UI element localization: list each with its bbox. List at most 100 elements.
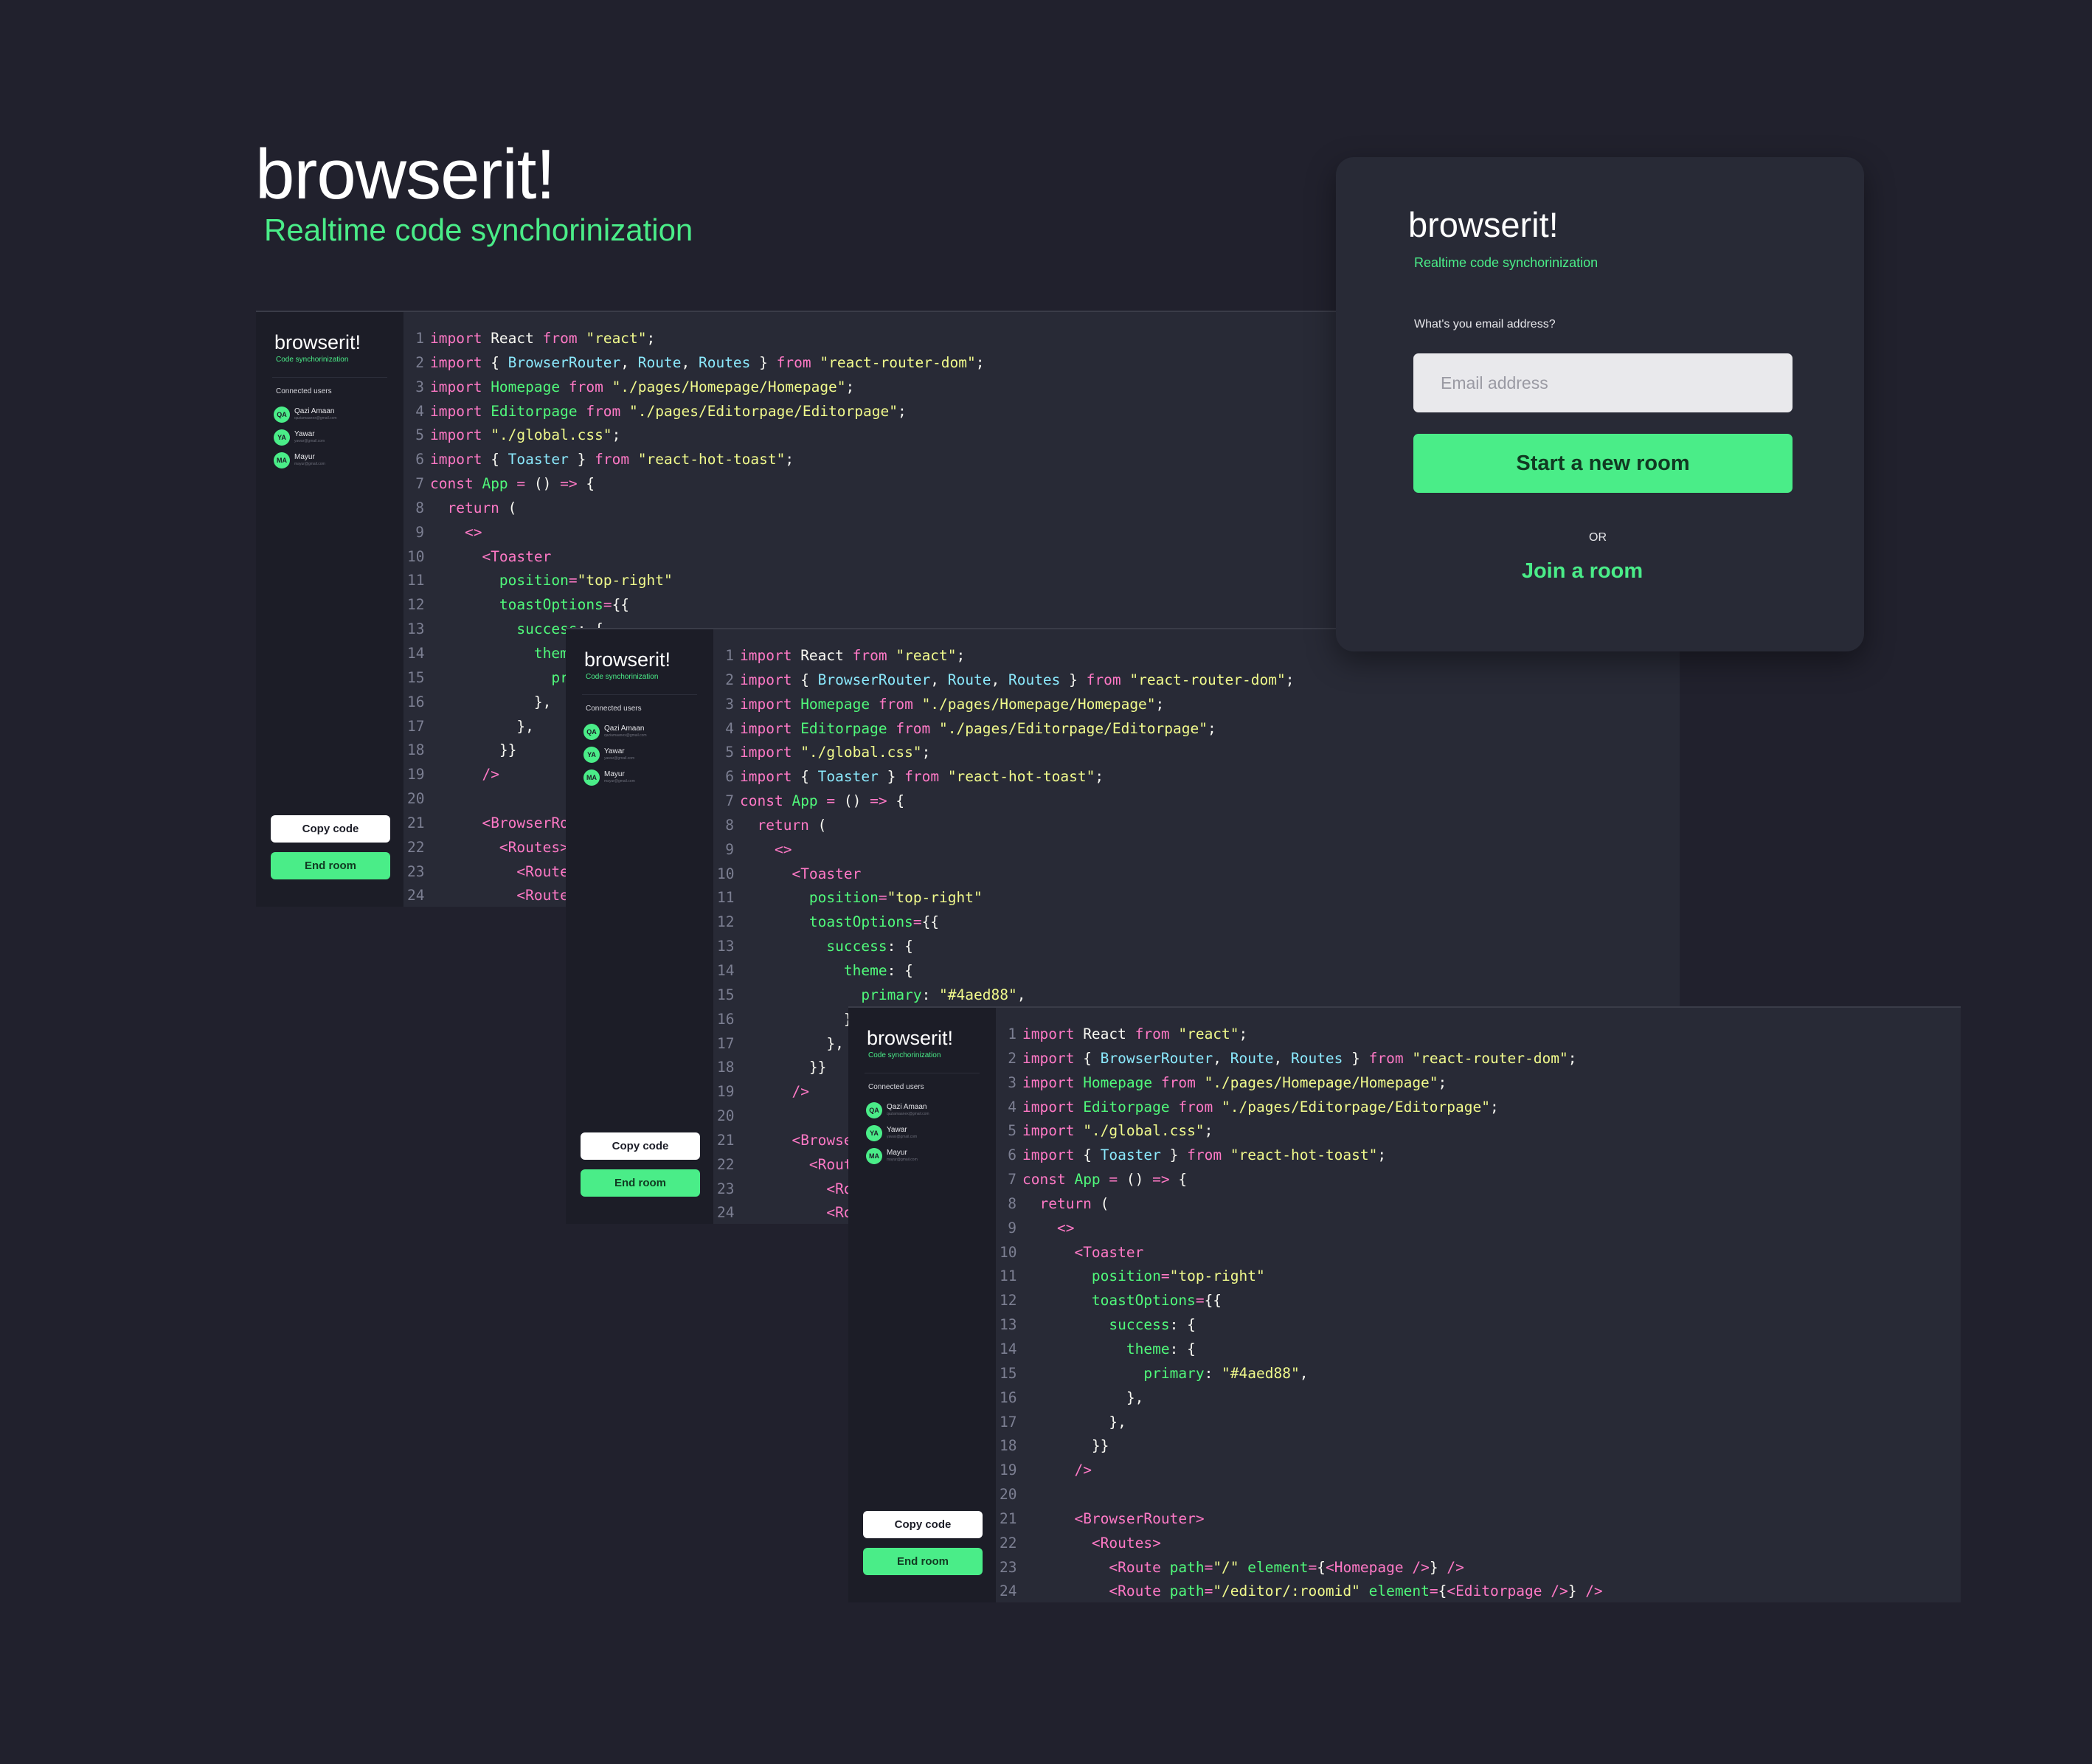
code-token: = xyxy=(826,792,844,810)
line-number: 12 xyxy=(407,596,425,614)
code-token: "react" xyxy=(1178,1025,1239,1042)
connected-users-label: Connected users xyxy=(276,387,332,395)
line-number: 7 xyxy=(1008,1171,1016,1189)
code-token: "./pages/Editorpage/Editorpage" xyxy=(939,719,1208,737)
code-token: ; xyxy=(1239,1025,1248,1042)
connected-users-label: Connected users xyxy=(868,1083,924,1091)
line-number: 20 xyxy=(407,790,425,808)
line-number: 2 xyxy=(415,353,424,371)
line-number: 6 xyxy=(725,768,734,786)
code-token: from xyxy=(1187,1146,1230,1164)
line-number: 12 xyxy=(1000,1292,1017,1310)
code-token: from xyxy=(568,378,612,395)
code-token: () xyxy=(533,475,561,493)
end-room-button[interactable]: End room xyxy=(863,1548,983,1575)
code-line: 6 import { Toaster } from "react-hot-toas… xyxy=(717,765,1320,789)
line-number: 21 xyxy=(1000,1509,1017,1527)
end-room-button[interactable]: End room xyxy=(271,852,390,879)
code-token: <Routes> xyxy=(499,838,569,856)
hero-title: browserit! xyxy=(255,135,555,214)
code-token: Route xyxy=(637,353,682,371)
code-token: => xyxy=(560,475,586,493)
code-token: "./global.css" xyxy=(491,426,612,444)
code-token: , xyxy=(991,671,1008,688)
code-token: primary xyxy=(1143,1364,1205,1382)
code-token: "react-router-dom" xyxy=(820,353,976,371)
code-line: 5 import "./global.css"; xyxy=(407,423,1011,448)
code-token: position xyxy=(1091,1267,1161,1285)
code-token: Editorpage xyxy=(1083,1098,1179,1116)
line-number: 19 xyxy=(717,1083,735,1101)
code-line: 21 <BrowserRouter> xyxy=(1000,1507,1603,1532)
email-input[interactable] xyxy=(1413,353,1793,412)
start-room-button[interactable]: Start a new room xyxy=(1413,434,1793,493)
email-label: What's you email address? xyxy=(1414,318,1556,331)
code-token: = xyxy=(1429,1583,1438,1600)
line-number: 24 xyxy=(717,1204,735,1222)
code-token: }, xyxy=(1022,1413,1126,1431)
code-token: BrowserRouter xyxy=(817,671,931,688)
code-token: <Route xyxy=(1109,1583,1170,1600)
code-line: 10 <Toaster xyxy=(1000,1241,1603,1265)
code-line: 8 return ( xyxy=(717,814,1320,838)
end-room-button[interactable]: End room xyxy=(581,1169,700,1197)
code-line: 1 import React from "react"; xyxy=(717,644,1320,668)
sidebar-tagline: Code synchorinization xyxy=(586,673,659,681)
code-token: <Routes> xyxy=(1091,1534,1161,1552)
code-token: /> xyxy=(1447,1558,1464,1576)
line-number: 22 xyxy=(1000,1534,1017,1552)
code-token: React xyxy=(1083,1025,1135,1042)
code-line: 9 <> xyxy=(1000,1217,1603,1241)
code-token: from xyxy=(1135,1025,1179,1042)
join-room-link[interactable]: Join a room xyxy=(1441,559,1723,584)
code-token: ; xyxy=(921,744,931,761)
avatar: YA xyxy=(274,429,290,446)
line-number: 15 xyxy=(1000,1364,1017,1382)
line-number: 1 xyxy=(415,330,424,347)
code-token: "react-router-dom" xyxy=(1412,1049,1568,1067)
code-token: } xyxy=(568,451,595,468)
code-line: 4 import Editorpage from "./pages/Editorp… xyxy=(407,400,1011,424)
code-token: ; xyxy=(1207,719,1216,737)
code-token: App xyxy=(1074,1171,1109,1189)
line-number: 19 xyxy=(1000,1462,1017,1479)
code-token: "./pages/Homepage/Homepage" xyxy=(612,378,846,395)
code-token: from xyxy=(1178,1098,1222,1116)
code-token: = xyxy=(1204,1583,1213,1600)
copy-code-button[interactable]: Copy code xyxy=(863,1511,983,1538)
code-editor[interactable]: 1 import React from "react"; 2 import { Bro… xyxy=(1000,1023,1603,1602)
avatar: YA xyxy=(866,1125,882,1141)
avatar: QA xyxy=(583,724,600,740)
hero-subtitle: Realtime code synchorinization xyxy=(264,212,693,247)
code-token: from xyxy=(878,695,922,713)
code-token: () xyxy=(1126,1171,1153,1189)
line-number: 6 xyxy=(1008,1146,1016,1164)
code-line: 4 import Editorpage from "./pages/Editorp… xyxy=(717,717,1320,741)
code-token: BrowserRouter xyxy=(1100,1049,1213,1067)
copy-code-button[interactable]: Copy code xyxy=(271,815,390,843)
code-token: "react-hot-toast" xyxy=(637,451,786,468)
user-email: qaziamaanex@gmail.com xyxy=(294,416,337,421)
editor-window-3: browserit! Code synchorinization Connected… xyxy=(848,1006,1961,1602)
code-token: <BrowserRouter> xyxy=(1074,1509,1205,1527)
code-token: "/editor/:roomid" xyxy=(1213,1583,1369,1600)
code-token: return xyxy=(447,499,508,516)
code-line: 7 const App = () => { xyxy=(407,472,1011,497)
line-number: 4 xyxy=(415,402,424,420)
code-token: "./global.css" xyxy=(1083,1122,1205,1140)
code-token: Homepage xyxy=(491,378,569,395)
code-line: 9 <> xyxy=(407,521,1011,545)
code-token: : xyxy=(1204,1364,1222,1382)
code-line: 19 /> xyxy=(1000,1459,1603,1483)
copy-code-button[interactable]: Copy code xyxy=(581,1132,700,1160)
code-line: 12 toastOptions={{ xyxy=(717,910,1320,935)
code-token: : { xyxy=(887,961,913,979)
